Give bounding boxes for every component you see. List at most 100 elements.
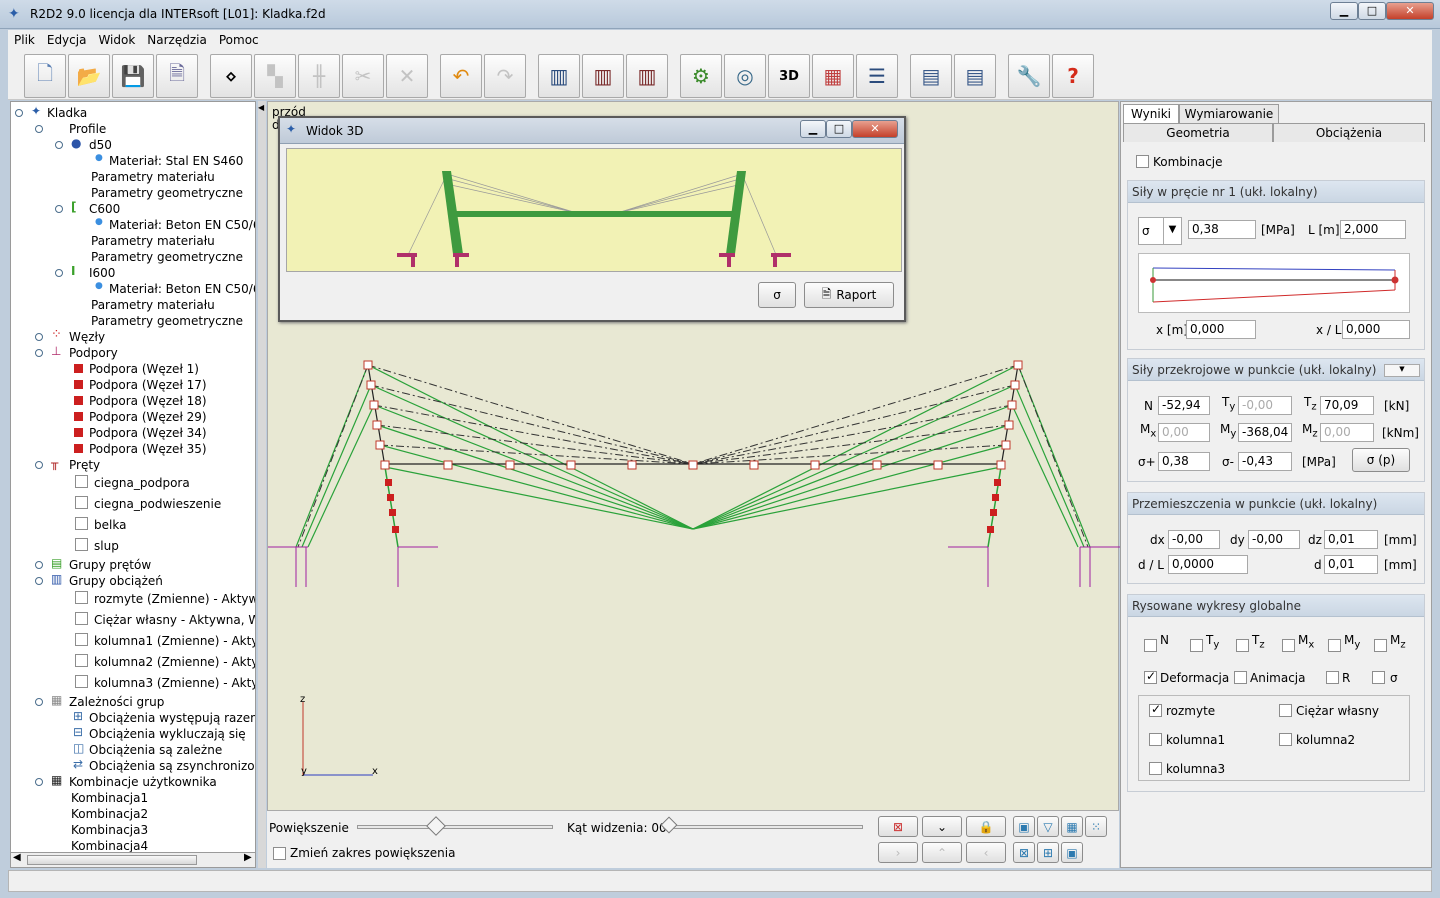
d-field[interactable]: 0,01 — [1324, 555, 1378, 574]
tree-bar-group[interactable]: slup — [94, 539, 119, 553]
tab-geometria[interactable]: Geometria — [1123, 123, 1273, 142]
copy-tool-icon[interactable]: ▚ — [254, 54, 296, 98]
tree-combination[interactable]: Kombinacja1 — [71, 791, 148, 805]
export-icon[interactable]: 🗎 — [156, 54, 198, 98]
horizontal-scrollbar[interactable]: ◀ ▶ — [10, 852, 256, 868]
tree-bar-group[interactable]: ciegna_podpora — [94, 476, 190, 490]
tree-load-group[interactable]: rozmyte (Zmienne) - Aktywna, — [94, 592, 255, 606]
deformation-checkbox[interactable] — [1144, 669, 1157, 684]
section-dropdown[interactable]: ▼ — [1384, 364, 1420, 377]
dl-field[interactable]: 0,0000 — [1168, 555, 1248, 574]
checkbox[interactable] — [75, 633, 88, 646]
sigma-minus-field[interactable]: -0,43 — [1238, 452, 1292, 471]
tree-podpora[interactable]: Podpora (Węzeł 34) — [89, 426, 207, 440]
scroll-down-icon[interactable]: ⌄ — [922, 816, 962, 837]
ty-checkbox[interactable] — [1190, 639, 1203, 652]
grid-edit-icon[interactable]: ▥ — [582, 54, 624, 98]
mx-field[interactable]: 0,00 — [1158, 423, 1210, 442]
sigma-toggle-button[interactable]: σ — [758, 282, 796, 308]
tree-dependency[interactable]: Obciążenia występują razem — [89, 711, 255, 725]
tree-params-geometry[interactable]: Parametry geometryczne — [91, 314, 243, 328]
redo-icon[interactable]: ↷ — [484, 54, 526, 98]
expand-icon[interactable] — [35, 125, 43, 133]
tree-podpora[interactable]: Podpora (Węzeł 35) — [89, 442, 207, 456]
load-checkbox[interactable] — [1149, 762, 1162, 775]
animation-checkbox[interactable] — [1234, 671, 1247, 684]
mz-checkbox[interactable] — [1374, 639, 1387, 652]
expand-icon[interactable] — [55, 269, 63, 277]
sigma-p-button[interactable]: σ (p) — [1352, 448, 1410, 472]
combinations-checkbox[interactable] — [1136, 155, 1149, 168]
tree-i600[interactable]: I600 — [89, 266, 115, 280]
mx-checkbox[interactable] — [1282, 639, 1295, 652]
n-field[interactable]: -52,94 — [1158, 396, 1210, 415]
checkbox[interactable] — [75, 496, 88, 509]
tree-combination[interactable]: Kombinacja3 — [71, 823, 148, 837]
menu-widok[interactable]: Widok — [92, 30, 141, 47]
nodes-grid-icon[interactable]: ⊞ — [1037, 842, 1059, 863]
tree-params-geometry[interactable]: Parametry geometryczne — [91, 186, 243, 200]
table-icon[interactable]: ▦ — [812, 54, 854, 98]
frame-icon[interactable]: ▣ — [1061, 842, 1083, 863]
zoom-slider[interactable] — [357, 825, 553, 829]
tab-wyniki[interactable]: Wyniki — [1123, 104, 1179, 123]
calculator-icon[interactable]: ▤ — [910, 54, 952, 98]
tree-dependency[interactable]: Obciążenia są zsynchronizowa — [89, 759, 255, 773]
tree-combination[interactable]: Kombinacja2 — [71, 807, 148, 821]
checkbox[interactable] — [75, 654, 88, 667]
sigma-checkbox[interactable] — [1372, 671, 1385, 684]
section-calc-icon[interactable]: ▤ — [954, 54, 996, 98]
tree-load-group[interactable]: kolumna1 (Zmienne) - Aktywn — [94, 634, 255, 648]
close-button[interactable]: ✕ — [852, 120, 898, 138]
view-3d-canvas[interactable] — [286, 148, 902, 272]
tree-material[interactable]: Materiał: Stal EN S460 — [109, 154, 243, 168]
zoom-range-checkbox[interactable] — [273, 847, 286, 860]
help-icon[interactable]: ? — [1052, 54, 1094, 98]
tree-bar-group[interactable]: belka — [94, 518, 126, 532]
angle-slider[interactable] — [663, 825, 863, 829]
fit-view-icon[interactable]: ⊠ — [878, 816, 918, 837]
tree-grupy-pretow[interactable]: Grupy prętów — [69, 558, 151, 572]
minimize-button[interactable]: ▁ — [800, 120, 826, 138]
close-button[interactable]: ✕ — [1386, 2, 1434, 20]
checkbox[interactable] — [75, 612, 88, 625]
tab-obciazenia[interactable]: Obciążenia — [1273, 123, 1425, 142]
scissors-icon[interactable]: ✂ — [342, 54, 384, 98]
menu-plik[interactable]: Plik — [8, 30, 41, 47]
tree-material[interactable]: Materiał: Beton EN C50/60 — [109, 218, 255, 232]
grid-remove-icon[interactable]: ▥ — [626, 54, 668, 98]
delete-icon[interactable]: ✕ — [386, 54, 428, 98]
splitter[interactable]: ◀ — [258, 101, 266, 868]
lock-icon[interactable]: 🔒 — [966, 816, 1006, 837]
tree-root[interactable]: Kladka — [47, 106, 87, 120]
expand-icon[interactable] — [35, 333, 43, 341]
tree-grupy-obciazen[interactable]: Grupy obciążeń — [69, 574, 163, 588]
tree-combination[interactable]: Kombinacja4 — [71, 839, 148, 853]
ty-field[interactable]: -0,00 — [1238, 396, 1292, 415]
tree-podpory[interactable]: Podpory — [69, 346, 118, 360]
load-checkbox[interactable] — [1279, 733, 1292, 746]
scroll-thumb[interactable] — [27, 855, 197, 865]
menu-edycja[interactable]: Edycja — [41, 30, 93, 47]
checkbox[interactable] — [75, 475, 88, 488]
tree-c600[interactable]: C600 — [89, 202, 120, 216]
x-over-l-field[interactable]: 0,000 — [1342, 320, 1410, 339]
maximize-button[interactable]: □ — [1358, 2, 1386, 20]
tree-load-group[interactable]: kolumna3 (Zmienne) - Aktywn — [94, 676, 255, 690]
tree-params-material[interactable]: Parametry materiału — [91, 170, 215, 184]
tree-dependency[interactable]: Obciążenia są zależne — [89, 743, 222, 757]
camera-icon[interactable]: ◎ — [724, 54, 766, 98]
menu-pomoc[interactable]: Pomoc — [213, 30, 265, 47]
dy-field[interactable]: -0,00 — [1248, 530, 1300, 549]
expand-icon[interactable] — [35, 698, 43, 706]
minimize-button[interactable]: ▁ — [1330, 2, 1358, 20]
x-field[interactable]: 0,000 — [1186, 320, 1256, 339]
expand-icon[interactable] — [35, 461, 43, 469]
deselect-icon[interactable]: ⊠ — [1013, 842, 1035, 863]
tree-params-material[interactable]: Parametry materiału — [91, 234, 215, 248]
checkbox[interactable] — [75, 517, 88, 530]
tz-field[interactable]: 70,09 — [1320, 396, 1374, 415]
scroll-right-icon[interactable]: ▶ — [244, 852, 252, 863]
dx-field[interactable]: -0,00 — [1168, 530, 1220, 549]
zoom-slider-thumb[interactable] — [426, 816, 446, 836]
